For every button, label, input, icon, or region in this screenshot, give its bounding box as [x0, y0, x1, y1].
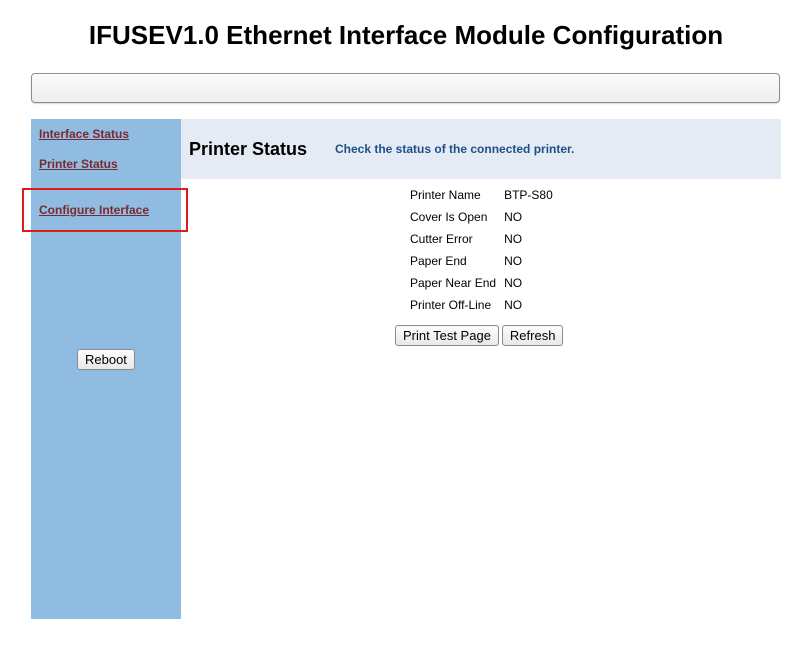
status-actions: Print Test Page Refresh — [395, 325, 564, 346]
status-row: Cover Is Open NO — [406, 206, 557, 228]
status-value: NO — [504, 210, 523, 224]
status-label: Printer Name — [410, 188, 481, 202]
reboot-button[interactable]: Reboot — [77, 349, 135, 370]
sidebar: Interface Status Printer Status Configur… — [31, 119, 181, 619]
section-title: Printer Status — [189, 139, 308, 159]
print-test-page-button[interactable]: Print Test Page — [395, 325, 499, 346]
section-header: Printer Status Check the status of the c… — [181, 119, 781, 179]
top-banner-bar — [31, 73, 780, 103]
status-label: Cover Is Open — [410, 210, 488, 224]
status-label: Paper End — [410, 254, 467, 268]
status-row: Cutter Error NO — [406, 228, 557, 250]
printer-status-table: Printer Name BTP-S80 Cover Is Open NO Cu… — [406, 184, 557, 316]
status-row: Printer Off-Line NO — [406, 294, 557, 316]
status-row: Paper Near End NO — [406, 272, 557, 294]
status-row: Printer Name BTP-S80 — [406, 184, 557, 206]
refresh-button[interactable]: Refresh — [501, 325, 564, 346]
status-label: Paper Near End — [410, 276, 497, 290]
status-value: NO — [504, 232, 523, 246]
status-row: Paper End NO — [406, 250, 557, 272]
page-title: IFUSEV1.0 Ethernet Interface Module Conf… — [88, 20, 724, 50]
status-label: Printer Off-Line — [410, 298, 492, 312]
nav-link-interface-status[interactable]: Interface Status — [39, 127, 129, 141]
section-description: Check the status of the connected printe… — [335, 142, 575, 156]
nav-link-printer-status[interactable]: Printer Status — [39, 157, 118, 171]
status-label: Cutter Error — [410, 232, 473, 246]
nav-link-configure-interface[interactable]: Configure Interface — [39, 203, 149, 217]
status-value: NO — [504, 298, 523, 312]
status-value: NO — [504, 254, 523, 268]
status-value: NO — [504, 276, 523, 290]
page: IFUSEV1.0 Ethernet Interface Module Conf… — [0, 0, 812, 656]
status-value: BTP-S80 — [504, 188, 553, 202]
